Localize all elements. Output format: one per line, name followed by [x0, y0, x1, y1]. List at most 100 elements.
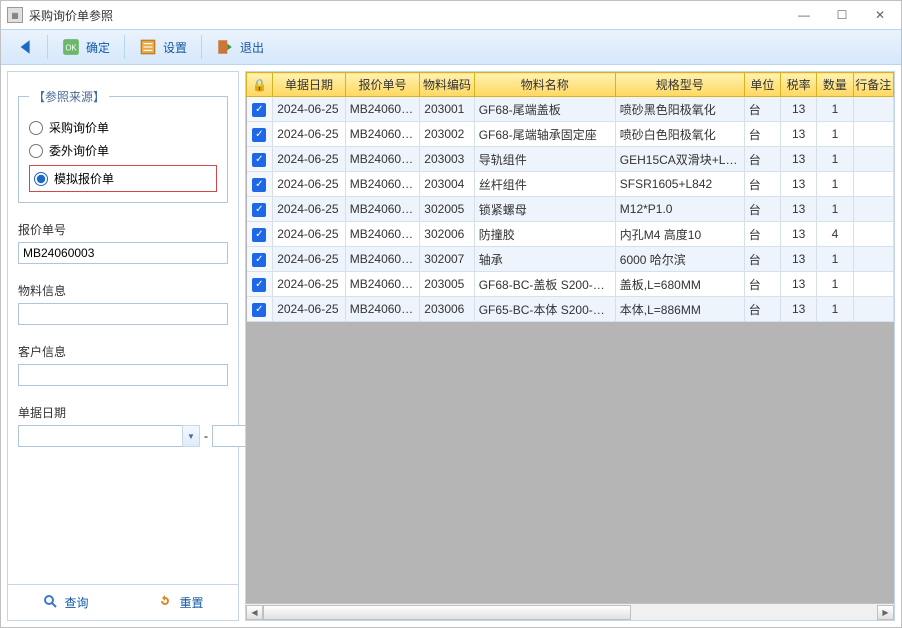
app-icon: ▦: [7, 7, 23, 23]
reset-label: 重置: [179, 594, 203, 611]
cell-qty: 4: [817, 222, 853, 247]
maximize-button[interactable]: ☐: [827, 5, 857, 25]
row-checkbox[interactable]: ✓: [247, 222, 273, 247]
exit-button[interactable]: 退出: [208, 34, 272, 60]
col-material-name[interactable]: 物料名称: [474, 73, 615, 97]
radio-outsource-inquiry-input[interactable]: [29, 144, 43, 158]
table-row[interactable]: ✓2024-06-25MB24060003203005GF68-BC-盖板 S2…: [247, 272, 894, 297]
cell-date: 2024-06-25: [273, 147, 346, 172]
radio-outsource-inquiry[interactable]: 委外询价单: [29, 142, 217, 159]
radio-simulated-quote-input[interactable]: [34, 172, 48, 186]
check-icon: ✓: [252, 153, 266, 167]
cell-spec: SFSR1605+L842: [615, 172, 744, 197]
cell-tax: 13: [781, 272, 817, 297]
cell-code: 302007: [420, 247, 474, 272]
date-from-input[interactable]: [18, 425, 182, 447]
cell-remark: [853, 122, 893, 147]
toolbar-sep: [47, 35, 48, 59]
data-grid[interactable]: 🔒 单据日期 报价单号 物料编码 物料名称 规格型号 单位 税率 数量 行备注: [246, 72, 894, 603]
cell-date: 2024-06-25: [273, 197, 346, 222]
row-checkbox[interactable]: ✓: [247, 147, 273, 172]
cell-spec: M12*P1.0: [615, 197, 744, 222]
cell-remark: [853, 247, 893, 272]
row-checkbox[interactable]: ✓: [247, 297, 273, 322]
table-row[interactable]: ✓2024-06-25MB24060003203001GF68-尾端盖板喷砂黑色…: [247, 97, 894, 122]
cell-name: GF68-尾端轴承固定座: [474, 122, 615, 147]
cell-name: 轴承: [474, 247, 615, 272]
cell-tax: 13: [781, 147, 817, 172]
radio-purchase-inquiry[interactable]: 采购询价单: [29, 119, 217, 136]
cell-unit: 台: [744, 297, 780, 322]
radio-simulated-quote[interactable]: 模拟报价单: [34, 170, 212, 187]
table-row[interactable]: ✓2024-06-25MB24060003203003导轨组件GEH15CA双滑…: [247, 147, 894, 172]
cell-qty: 1: [817, 97, 853, 122]
ok-button[interactable]: OK 确定: [54, 34, 118, 60]
scroll-thumb[interactable]: [263, 605, 631, 620]
cell-code: 203005: [420, 272, 474, 297]
cell-quote-no: MB24060003: [345, 197, 420, 222]
toolbar-sep: [124, 35, 125, 59]
cell-tax: 13: [781, 222, 817, 247]
row-checkbox[interactable]: ✓: [247, 172, 273, 197]
quote-no-label: 报价单号: [18, 221, 228, 238]
check-icon: ✓: [252, 128, 266, 142]
close-button[interactable]: ✕: [865, 5, 895, 25]
table-row[interactable]: ✓2024-06-25MB24060003302006防撞胶内孔M4 高度10台…: [247, 222, 894, 247]
cell-tax: 13: [781, 247, 817, 272]
col-spec[interactable]: 规格型号: [615, 73, 744, 97]
material-input[interactable]: [18, 303, 228, 325]
horizontal-scrollbar[interactable]: ◀ ▶: [246, 603, 894, 620]
cell-date: 2024-06-25: [273, 122, 346, 147]
table-row[interactable]: ✓2024-06-25MB24060003203004丝杆组件SFSR1605+…: [247, 172, 894, 197]
cell-qty: 1: [817, 172, 853, 197]
cell-quote-no: MB24060003: [345, 247, 420, 272]
source-legend: 【参照来源】: [29, 88, 109, 105]
cell-unit: 台: [744, 247, 780, 272]
cell-remark: [853, 172, 893, 197]
date-sep: -: [204, 429, 208, 443]
cell-remark: [853, 147, 893, 172]
row-checkbox[interactable]: ✓: [247, 197, 273, 222]
toolbar-sep: [201, 35, 202, 59]
col-quote-no[interactable]: 报价单号: [345, 73, 420, 97]
radio-purchase-inquiry-input[interactable]: [29, 121, 43, 135]
row-checkbox[interactable]: ✓: [247, 247, 273, 272]
exit-icon: [216, 38, 234, 56]
svg-text:OK: OK: [65, 43, 77, 52]
col-unit[interactable]: 单位: [744, 73, 780, 97]
row-checkbox[interactable]: ✓: [247, 122, 273, 147]
scroll-track[interactable]: [263, 605, 877, 620]
material-label: 物料信息: [18, 282, 228, 299]
row-checkbox[interactable]: ✓: [247, 97, 273, 122]
customer-label: 客户信息: [18, 343, 228, 360]
row-checkbox[interactable]: ✓: [247, 272, 273, 297]
chevron-down-icon[interactable]: ▼: [182, 425, 200, 447]
col-qty[interactable]: 数量: [817, 73, 853, 97]
scroll-left-button[interactable]: ◀: [246, 605, 263, 620]
table-row[interactable]: ✓2024-06-25MB24060003302005锁紧螺母M12*P1.0台…: [247, 197, 894, 222]
table-row[interactable]: ✓2024-06-25MB24060003302007轴承6000 哈尔滨台13…: [247, 247, 894, 272]
date-label: 单据日期: [18, 404, 228, 421]
reset-button[interactable]: 重置: [157, 593, 203, 612]
minimize-button[interactable]: —: [789, 5, 819, 25]
cell-name: GF68-BC-盖板 S200-S200: [474, 272, 615, 297]
col-remark[interactable]: 行备注: [853, 73, 893, 97]
cell-quote-no: MB24060003: [345, 272, 420, 297]
check-icon: ✓: [252, 228, 266, 242]
col-material-code[interactable]: 物料编码: [420, 73, 474, 97]
cell-unit: 台: [744, 172, 780, 197]
table-row[interactable]: ✓2024-06-25MB24060003203002GF68-尾端轴承固定座喷…: [247, 122, 894, 147]
customer-input[interactable]: [18, 364, 228, 386]
cell-qty: 1: [817, 197, 853, 222]
scroll-right-button[interactable]: ▶: [877, 605, 894, 620]
table-row[interactable]: ✓2024-06-25MB24060003203006GF65-BC-本体 S2…: [247, 297, 894, 322]
col-tax[interactable]: 税率: [781, 73, 817, 97]
settings-button[interactable]: 设置: [131, 34, 195, 60]
col-date[interactable]: 单据日期: [273, 73, 346, 97]
cell-unit: 台: [744, 222, 780, 247]
quote-no-input[interactable]: [18, 242, 228, 264]
date-from-combo[interactable]: ▼: [18, 425, 200, 447]
first-record-button[interactable]: [7, 34, 41, 60]
query-button[interactable]: 查询: [42, 593, 88, 612]
col-checkbox[interactable]: 🔒: [247, 73, 273, 97]
